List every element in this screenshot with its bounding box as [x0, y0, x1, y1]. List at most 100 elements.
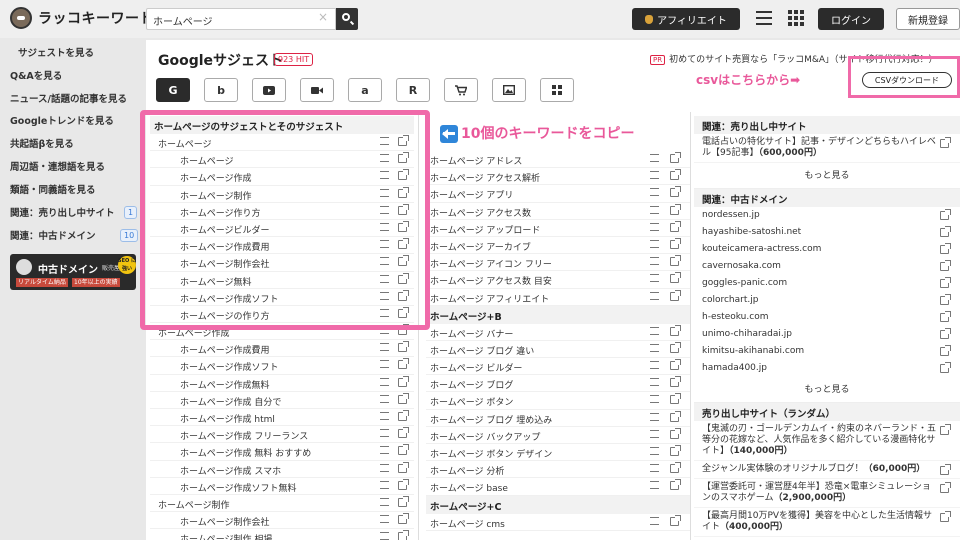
clear-icon[interactable]: × [318, 10, 328, 24]
sidebar-item-news[interactable]: ニュース/話題の記事を見る [10, 91, 127, 105]
suggest-keyword[interactable]: ホームページ cms [430, 517, 505, 530]
tab-amazon[interactable]: a [348, 78, 382, 102]
suggest-row[interactable]: ホームページ base [426, 478, 690, 496]
tab-app[interactable] [540, 78, 574, 102]
domain-name[interactable]: colorchart.jp [702, 295, 758, 305]
domain-item[interactable]: kouteicamera-actress.com [694, 241, 960, 258]
sidebar-item-synonyms[interactable]: 類語・同義語を見る [10, 182, 96, 196]
external-link-icon[interactable] [398, 341, 409, 353]
domain-item[interactable]: hamada400.jp [694, 360, 960, 377]
expand-suggest-icon[interactable] [650, 205, 659, 214]
external-link-icon[interactable] [940, 277, 951, 288]
domain-name[interactable]: unimo-chiharadai.jp [702, 329, 792, 339]
external-link-icon[interactable] [670, 514, 681, 526]
domain-item[interactable]: unimo-chiharadai.jp [694, 326, 960, 343]
suggest-keyword[interactable]: ホームページ作成 スマホ [180, 464, 281, 477]
external-link-icon[interactable] [398, 530, 409, 540]
expand-suggest-icon[interactable] [380, 343, 389, 352]
sidebar-item-used-domains[interactable]: 関連：中古ドメイン [10, 228, 96, 242]
search-input[interactable]: ホームページ [146, 8, 336, 30]
domain-item[interactable]: hayashibe-satoshi.net [694, 224, 960, 241]
domain-name[interactable]: h-esteoku.com [702, 312, 768, 322]
expand-suggest-icon[interactable] [650, 429, 659, 438]
external-link-icon[interactable] [670, 203, 681, 215]
suggest-row[interactable]: ホームページ作成ソフト無料 [150, 478, 414, 495]
external-link-icon[interactable] [670, 324, 681, 336]
suggest-row[interactable]: ホームページ制作 [150, 495, 414, 513]
expand-suggest-icon[interactable] [650, 464, 659, 473]
external-link-icon[interactable] [398, 427, 409, 439]
suggest-row[interactable]: ホームページ制作 相場 [150, 529, 414, 540]
suggest-row[interactable]: ホームページ アプリ [426, 185, 690, 203]
site-logo[interactable]: ラッコキーワード [10, 7, 154, 29]
menu-icon[interactable] [756, 11, 772, 25]
sale-site-item[interactable]: 【運営委託可・運営歴4年半】恐竜×電車シミュレーションのスマホゲーム（2,900… [694, 479, 960, 508]
external-link-icon[interactable] [940, 362, 951, 373]
expand-suggest-icon[interactable] [380, 497, 389, 506]
suggest-row[interactable]: ホームページ作成無料 [150, 375, 414, 392]
suggest-keyword[interactable]: ホームページ 分析 [430, 464, 504, 477]
external-link-icon[interactable] [398, 513, 409, 525]
expand-suggest-icon[interactable] [380, 429, 389, 438]
login-button[interactable]: ログイン [818, 8, 884, 30]
expand-suggest-icon[interactable] [650, 171, 659, 180]
external-link-icon[interactable] [670, 376, 681, 388]
suggest-row[interactable]: ホームページ作成 html [150, 409, 414, 427]
expand-suggest-icon[interactable] [650, 291, 659, 300]
tab-google[interactable]: G [156, 78, 190, 102]
sidebar-item-suggest[interactable]: サジェストを見る [18, 45, 94, 59]
external-link-icon[interactable] [670, 255, 681, 267]
external-link-icon[interactable] [940, 260, 951, 271]
external-link-icon[interactable] [670, 186, 681, 198]
suggest-row[interactable]: ホームページ アクセス数 [426, 203, 690, 220]
sidebar-item-trends[interactable]: Googleトレンドを見る [10, 113, 114, 127]
external-link-icon[interactable] [670, 445, 681, 456]
expand-suggest-icon[interactable] [650, 447, 659, 455]
expand-suggest-icon[interactable] [650, 395, 659, 404]
suggest-keyword[interactable]: ホームページ作成 フリーランス [180, 429, 308, 442]
sidebar-item-related-words[interactable]: 周辺語・連想語を見る [10, 159, 105, 173]
suggest-keyword[interactable]: ホームページ アクセス数 目安 [430, 274, 552, 287]
expand-suggest-icon[interactable] [380, 480, 389, 489]
suggest-keyword[interactable]: ホームページ バックアップ [430, 430, 540, 443]
external-link-icon[interactable] [670, 169, 681, 181]
external-link-icon[interactable] [940, 226, 951, 237]
expand-suggest-icon[interactable] [650, 378, 659, 387]
suggest-keyword[interactable]: ホームページ アフィリエイト [430, 292, 549, 305]
expand-suggest-icon[interactable] [650, 361, 659, 370]
suggest-keyword[interactable]: ホームページ ボタン [430, 395, 513, 408]
tab-video[interactable] [300, 78, 334, 102]
external-link-icon[interactable] [940, 137, 951, 148]
domain-item[interactable]: nordessen.jp [694, 207, 960, 224]
suggest-keyword[interactable]: ホームページ制作 [158, 498, 230, 511]
expand-suggest-icon[interactable] [650, 516, 659, 525]
expand-suggest-icon[interactable] [380, 394, 389, 403]
domain-shop-banner[interactable]: 中古ドメイン 販売屋さん リアルタイム納品 10年以上の実績 SEO に強い [10, 254, 136, 290]
suggest-keyword[interactable]: ホームページ作成費用 [180, 343, 270, 356]
expand-suggest-icon[interactable] [650, 326, 659, 335]
suggest-keyword[interactable]: ホームページ アイコン フリー [430, 257, 552, 270]
suggest-keyword[interactable]: ホームページ制作 相場 [180, 532, 272, 540]
expand-suggest-icon[interactable] [380, 532, 389, 540]
suggest-keyword[interactable]: ホームページ作成 無料 おすすめ [180, 446, 311, 459]
domain-item[interactable]: kimitsu-akihanabi.com [694, 343, 960, 360]
suggest-keyword[interactable]: ホームページ base [430, 481, 508, 494]
domain-name[interactable]: kimitsu-akihanabi.com [702, 346, 804, 356]
sale-site-item[interactable]: 【最高月間10万PVを獲得】美容を中心とした生活情報サイト（400,000円） [694, 508, 960, 537]
external-link-icon[interactable] [940, 464, 951, 475]
suggest-row[interactable]: ホームページ作成 スマホ [150, 461, 414, 478]
external-link-icon[interactable] [670, 410, 681, 422]
domain-name[interactable]: nordessen.jp [702, 210, 760, 220]
more-link[interactable]: もっと見る [694, 163, 960, 189]
suggest-row[interactable]: ホームページ 分析 [426, 461, 690, 479]
suggest-keyword[interactable]: ホームページ アクセス解析 [430, 171, 540, 184]
external-link-icon[interactable] [398, 375, 409, 387]
external-link-icon[interactable] [940, 243, 951, 254]
suggest-row[interactable]: ホームページ作成 無料 おすすめ [150, 443, 414, 461]
suggest-keyword[interactable]: ホームページ ブログ [430, 378, 513, 391]
external-link-icon[interactable] [670, 427, 681, 439]
external-link-icon[interactable] [940, 424, 951, 435]
expand-suggest-icon[interactable] [650, 412, 659, 421]
expand-suggest-icon[interactable] [380, 446, 389, 455]
sidebar-item-sale-sites[interactable]: 関連：売り出し中サイト [10, 205, 115, 219]
